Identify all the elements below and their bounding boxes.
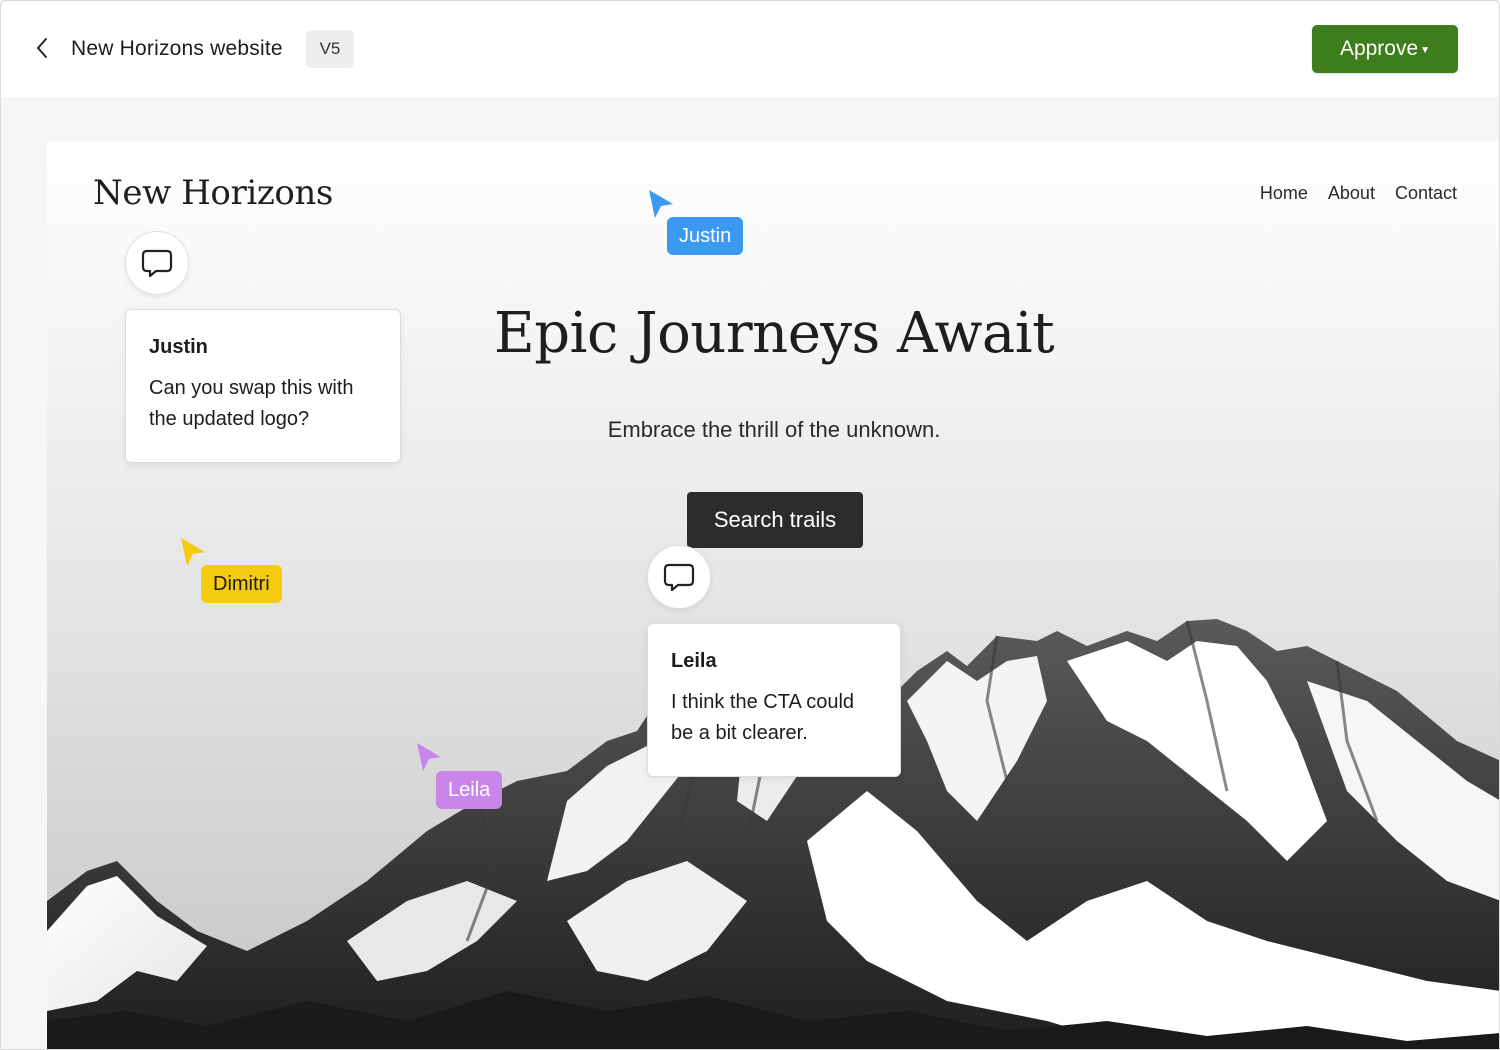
search-trails-button[interactable]: Search trails xyxy=(687,492,863,548)
comment-icon xyxy=(663,563,695,592)
comment-author: Justin xyxy=(149,336,208,358)
comment-text: I think the CTA could be a bit clearer. xyxy=(671,691,855,744)
cursor-arrow-icon xyxy=(181,538,205,566)
cursor-label-leila: Leila xyxy=(436,771,503,809)
chevron-left-icon xyxy=(37,38,47,58)
comment-author: Leila xyxy=(671,650,717,672)
project-title: New Horizons website xyxy=(71,37,283,60)
top-bar: New Horizons website V5 Approve ▼ xyxy=(1,1,1499,97)
cursor-label-justin: Justin xyxy=(667,217,744,255)
comment-card-justin[interactable]: Justin Can you swap this with the update… xyxy=(125,309,401,463)
comment-text: Can you swap this with the updated logo? xyxy=(149,377,354,430)
cursor-label-dimitri: Dimitri xyxy=(201,565,282,603)
design-canvas[interactable]: New Horizons Home About Contact Epic Jou… xyxy=(47,141,1499,1049)
back-button[interactable] xyxy=(29,33,55,63)
nav-contact[interactable]: Contact xyxy=(1395,183,1457,204)
nav-home[interactable]: Home xyxy=(1260,183,1308,204)
cursor-arrow-icon xyxy=(417,743,441,771)
version-badge[interactable]: V5 xyxy=(306,30,354,68)
app-window: New Horizons website V5 Approve ▼ New Ho… xyxy=(0,0,1500,1050)
comment-icon xyxy=(141,249,173,278)
comment-card-leila[interactable]: Leila I think the CTA could be a bit cle… xyxy=(647,623,901,777)
caret-down-icon: ▼ xyxy=(1420,44,1431,56)
approve-label: Approve xyxy=(1339,37,1419,60)
comment-pin-leila[interactable] xyxy=(647,545,711,609)
site-nav: Home About Contact xyxy=(1260,183,1457,204)
approve-button[interactable]: Approve ▼ xyxy=(1312,25,1458,73)
nav-about[interactable]: About xyxy=(1328,183,1375,204)
cursor-arrow-icon xyxy=(649,190,673,218)
comment-pin-justin[interactable] xyxy=(125,231,189,295)
site-logo[interactable]: New Horizons xyxy=(93,173,333,213)
